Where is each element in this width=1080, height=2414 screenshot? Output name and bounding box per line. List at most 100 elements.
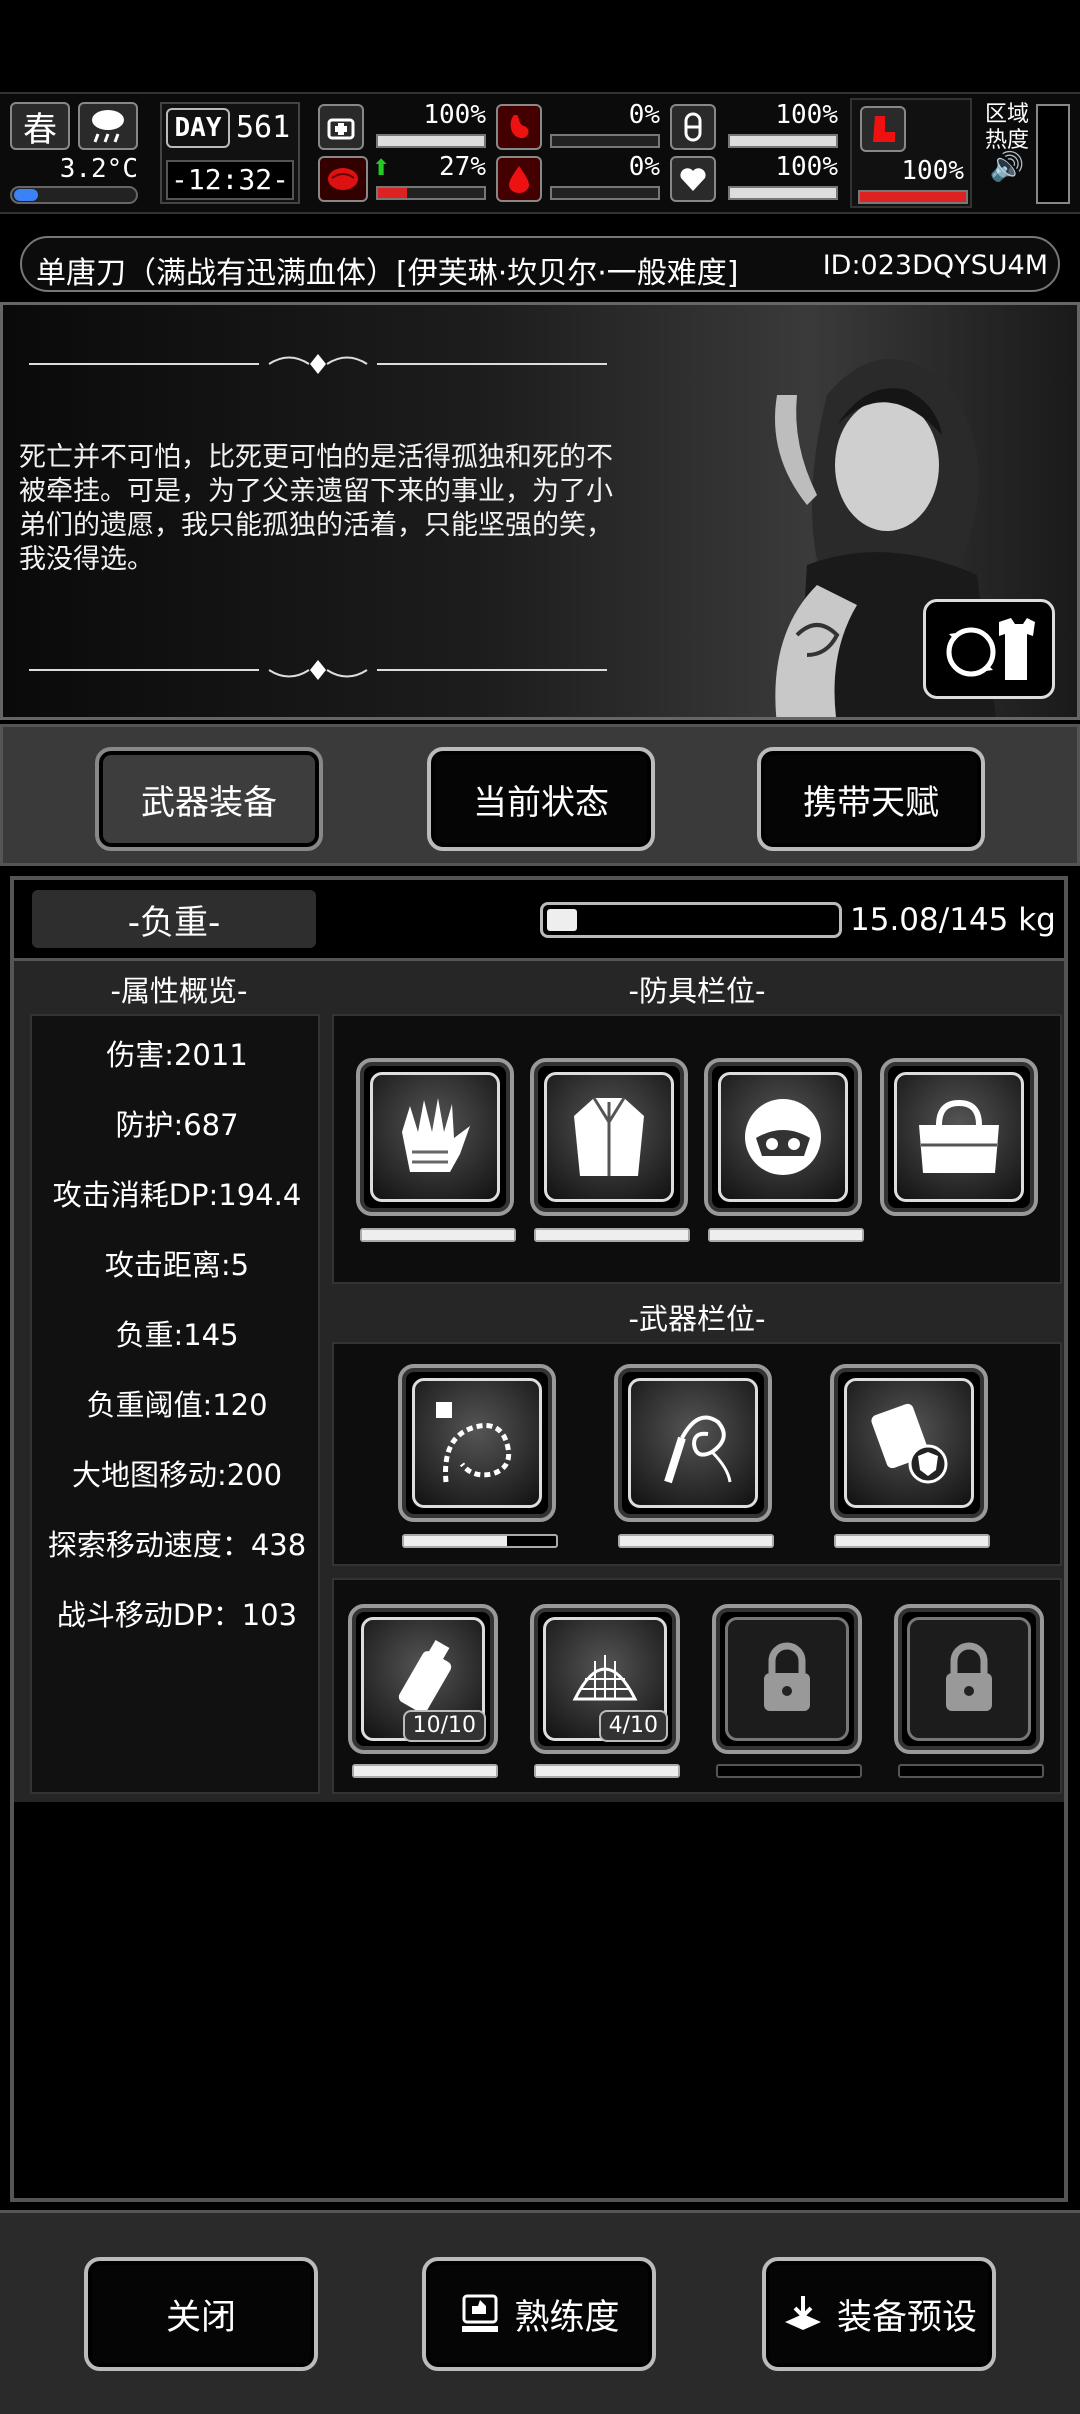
coat-icon bbox=[574, 1097, 644, 1176]
medkit-icon bbox=[318, 104, 364, 150]
weapon-durability-2 bbox=[618, 1534, 774, 1548]
health-value: 100% bbox=[423, 100, 486, 130]
armor-durability-coat bbox=[534, 1228, 690, 1242]
attr-defense: 防护:687 bbox=[115, 1108, 239, 1142]
net-icon bbox=[572, 1655, 638, 1701]
character-portrait-panel: 死亡并不可怕，比死更可怕的是活得孤独和死的不被牵挂。可是，为了父亲遗留下来的事业… bbox=[0, 302, 1080, 720]
sanity-bar bbox=[376, 186, 486, 200]
lock-icon bbox=[946, 1642, 992, 1711]
lock-icon bbox=[764, 1642, 810, 1711]
proficiency-button[interactable]: 熟练度 bbox=[422, 2257, 656, 2371]
bottle-icon bbox=[398, 1639, 452, 1713]
blood-drop-icon bbox=[496, 156, 542, 202]
hunger-stat[interactable]: 0% bbox=[496, 100, 660, 150]
weapon-durability-3 bbox=[834, 1534, 990, 1548]
proficiency-label: 熟练度 bbox=[514, 2297, 620, 2338]
tab-talents[interactable]: 携带天赋 bbox=[757, 747, 985, 851]
item-count-1: 10/10 bbox=[402, 1710, 486, 1742]
temperature-bar bbox=[10, 186, 138, 204]
hunger-bar bbox=[550, 134, 660, 148]
capsule-icon bbox=[670, 104, 716, 150]
armor-slot-helmet[interactable] bbox=[704, 1058, 862, 1216]
attr-carry: 负重:145 bbox=[115, 1318, 239, 1352]
item-bar-4 bbox=[898, 1764, 1044, 1778]
weapons-heading: -武器栏位- bbox=[628, 1302, 766, 1336]
character-title: 单唐刀（满战有迅满血体）[伊芙琳·坎贝尔·一般难度] bbox=[36, 256, 739, 291]
bag-icon bbox=[919, 1099, 999, 1173]
tab-status[interactable]: 当前状态 bbox=[427, 747, 655, 851]
attr-map-move: 大地图移动:200 bbox=[71, 1458, 283, 1492]
character-id: ID:023DQYSU4M bbox=[822, 250, 1048, 281]
region-heat-meter bbox=[1036, 104, 1070, 204]
weapon-slot-1[interactable] bbox=[398, 1364, 556, 1522]
item-count-2: 4/10 bbox=[598, 1710, 668, 1742]
top-ornament bbox=[29, 354, 607, 374]
change-outfit-button[interactable] bbox=[923, 599, 1055, 699]
temperature-readout: 3.2°C bbox=[59, 154, 138, 184]
armor-durability-helmet bbox=[708, 1228, 864, 1242]
armor-slot-coat[interactable] bbox=[530, 1058, 688, 1216]
item-slot-2[interactable]: 4/10 bbox=[530, 1604, 680, 1754]
character-quote: 死亡并不可怕，比死更可怕的是活得孤独和死的不被牵挂。可是，为了父亲遗留下来的事业… bbox=[19, 442, 613, 575]
attr-attack-range: 攻击距离:5 bbox=[104, 1248, 250, 1282]
bottom-action-bar: 关闭 熟练度 装备预设 bbox=[0, 2210, 1080, 2414]
sanity-stat[interactable]: ⬆ 27% bbox=[318, 152, 486, 202]
stomach-icon bbox=[496, 104, 542, 150]
heart-icon bbox=[670, 156, 716, 202]
rain-weather-icon bbox=[78, 102, 138, 150]
day-number: 561 bbox=[236, 110, 291, 145]
weapon-slot-2[interactable] bbox=[614, 1364, 772, 1522]
armor-heading: -防具栏位- bbox=[628, 974, 766, 1008]
speaker-icon[interactable]: 🔊 bbox=[982, 153, 1032, 181]
attr-combat-dp: 战斗移动DP：103 bbox=[56, 1598, 298, 1632]
day-label: DAY bbox=[166, 108, 230, 148]
outfit-swap-icon bbox=[946, 618, 1035, 680]
item-bar-3 bbox=[716, 1764, 862, 1778]
bottom-ornament bbox=[29, 660, 607, 680]
armor-plate-icon bbox=[871, 1403, 948, 1484]
leg-stat[interactable]: 100% bbox=[850, 98, 972, 208]
equipment-panel: -负重- 15.08/145 kg -属性概览- 伤害:2011 防护:687 … bbox=[10, 876, 1068, 2202]
armor-slot-gloves[interactable] bbox=[356, 1058, 514, 1216]
armor-slot-bag[interactable] bbox=[880, 1058, 1038, 1216]
attributes-heading: -属性概览- bbox=[110, 974, 248, 1008]
weapon-slots-panel bbox=[332, 1342, 1062, 1566]
day-clock-panel: DAY 561 -12:32- bbox=[160, 102, 300, 204]
leg-value: 100% bbox=[901, 156, 964, 186]
tab-bar: 武器装备 当前状态 携带天赋 bbox=[0, 724, 1080, 866]
attributes-list: 伤害:2011 防护:687 攻击消耗DP:194.4 攻击距离:5 负重:14… bbox=[30, 1014, 320, 1794]
item-slot-3-locked[interactable] bbox=[712, 1604, 862, 1754]
close-label: 关闭 bbox=[165, 2297, 236, 2338]
item-slot-4-locked[interactable] bbox=[894, 1604, 1044, 1754]
weapon-durability-1 bbox=[402, 1534, 558, 1548]
stamina-stat[interactable]: 100% bbox=[670, 100, 838, 150]
equipment-preset-button[interactable]: 装备预设 bbox=[762, 2257, 996, 2371]
game-clock: -12:32- bbox=[166, 160, 294, 200]
boot-icon bbox=[860, 106, 906, 152]
close-button[interactable]: 关闭 bbox=[84, 2257, 318, 2371]
status-hud: 春 3.2°C DAY 561 -12:32- 100% 0% 100% ⬆ 2… bbox=[0, 92, 1080, 214]
weight-value: 15.08/145 kg bbox=[850, 902, 1056, 938]
weight-label: -负重- bbox=[32, 890, 316, 948]
heart-value: 100% bbox=[775, 152, 838, 182]
armor-slots-panel bbox=[332, 1014, 1062, 1284]
health-stat[interactable]: 100% bbox=[318, 100, 486, 150]
helmet-icon bbox=[745, 1099, 821, 1175]
heart-stat[interactable]: 100% bbox=[670, 152, 838, 202]
tab-weapons[interactable]: 武器装备 bbox=[95, 747, 323, 851]
weight-bar bbox=[540, 902, 842, 938]
whip-icon bbox=[664, 1415, 732, 1484]
proficiency-icon bbox=[462, 2294, 499, 2332]
item-bar-1 bbox=[352, 1764, 498, 1778]
preset-label: 装备预设 bbox=[836, 2297, 977, 2338]
stamina-bar bbox=[728, 134, 838, 148]
item-slots-panel: 10/10 4/10 bbox=[332, 1578, 1062, 1794]
attr-explore-speed: 探索移动速度：438 bbox=[47, 1528, 307, 1562]
item-slot-1[interactable]: 10/10 bbox=[348, 1604, 498, 1754]
weapon-slot-3[interactable] bbox=[830, 1364, 988, 1522]
bleeding-value: 0% bbox=[628, 152, 660, 182]
attr-carry-threshold: 负重阈值:120 bbox=[86, 1388, 268, 1422]
attr-damage: 伤害:2011 bbox=[106, 1038, 248, 1072]
bleeding-stat[interactable]: 0% bbox=[496, 152, 660, 202]
sanity-value: 27% bbox=[439, 152, 486, 182]
